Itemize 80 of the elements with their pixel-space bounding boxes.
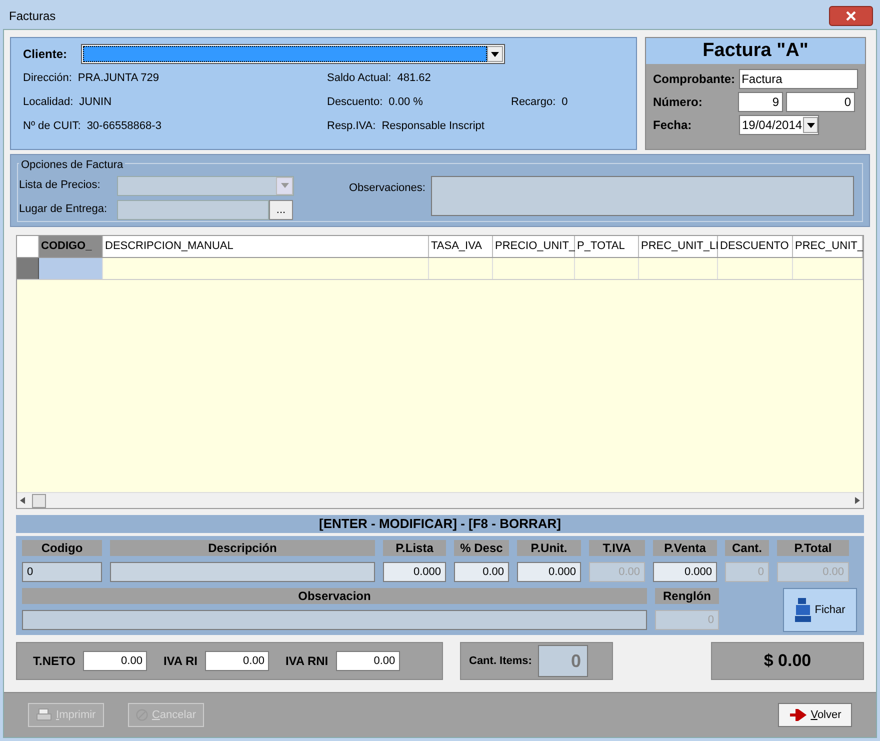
window-title: Facturas bbox=[9, 8, 56, 25]
close-button[interactable] bbox=[829, 6, 873, 26]
cash-register-icon bbox=[794, 598, 811, 622]
close-icon bbox=[846, 11, 856, 21]
column-header[interactable]: P_TOTAL bbox=[575, 236, 639, 257]
total-label: IVA RI bbox=[163, 653, 198, 670]
column-header[interactable]: CODIGO_ bbox=[39, 236, 103, 257]
column-header[interactable]: PREC_UNIT_LI bbox=[639, 236, 718, 257]
total-field[interactable]: 0.00 bbox=[83, 651, 148, 671]
total-label: IVA RNI bbox=[285, 653, 328, 670]
row-indicator[interactable] bbox=[17, 258, 39, 279]
detail-column-label: T.IVA bbox=[589, 540, 645, 556]
delivery-place-label: Lugar de Entrega: bbox=[19, 202, 108, 218]
info-value: JUNIN bbox=[79, 94, 112, 110]
fecha-label: Fecha: bbox=[653, 117, 693, 134]
horizontal-scrollbar[interactable] bbox=[17, 492, 863, 508]
detail-column-label: P.Venta bbox=[653, 540, 717, 556]
item-count-field: 0 bbox=[538, 645, 588, 677]
info-value: 481.62 bbox=[397, 70, 431, 86]
total-field[interactable]: 0.00 bbox=[205, 651, 270, 671]
price-list-label: Lista de Precios: bbox=[19, 178, 102, 194]
info-value: 0 bbox=[562, 94, 568, 110]
column-header[interactable]: TASA_IVA bbox=[429, 236, 493, 257]
numero-field[interactable]: 0 bbox=[786, 92, 855, 112]
info-label: Resp.IVA: bbox=[327, 118, 376, 134]
delivery-place-field[interactable] bbox=[117, 200, 269, 220]
detail-field[interactable]: 0.000 bbox=[653, 562, 717, 582]
detail-column-label: Descripción bbox=[110, 540, 375, 556]
detail-column-label: % Desc bbox=[454, 540, 509, 556]
comprobante-label: Comprobante: bbox=[653, 71, 736, 88]
info-label: Descuento: bbox=[327, 94, 383, 110]
info-label: Nº de CUIT: bbox=[23, 118, 81, 134]
scroll-thumb[interactable] bbox=[32, 494, 46, 508]
item-count-label: Cant. Items: bbox=[469, 654, 532, 669]
detail-field[interactable]: 0.00 bbox=[454, 562, 509, 582]
numero-label: Número: bbox=[653, 94, 704, 111]
comprobante-field[interactable]: Factura bbox=[738, 69, 858, 89]
scroll-right-icon[interactable] bbox=[855, 497, 860, 504]
info-value: Responsable Inscript bbox=[382, 118, 484, 134]
info-value: 0.00 % bbox=[388, 94, 423, 110]
printer-icon bbox=[36, 708, 52, 722]
column-header[interactable]: DESCRIPCION_MANUAL bbox=[103, 236, 429, 257]
info-label: Saldo Actual: bbox=[327, 70, 392, 86]
column-header[interactable]: PRECIO_UNIT_ bbox=[493, 236, 575, 257]
shortcut-hint: [ENTER - MODIFICAR] - [F8 - BORRAR] bbox=[16, 515, 864, 533]
info-label: Localidad: bbox=[23, 94, 74, 110]
client-dropdown[interactable] bbox=[81, 44, 505, 64]
info-value: 30-66558868-3 bbox=[86, 118, 162, 134]
detail-column-label: Codigo bbox=[22, 540, 102, 556]
arrow-icon bbox=[788, 709, 807, 721]
info-label: Dirección: bbox=[23, 70, 72, 86]
invoice-type-title: Factura "A" bbox=[646, 38, 865, 64]
detail-field[interactable]: 0 bbox=[22, 562, 102, 582]
column-header[interactable]: DESCUENTO bbox=[718, 236, 793, 257]
total-label: T.NETO bbox=[33, 653, 76, 670]
fichar-button[interactable]: Fichar bbox=[783, 588, 857, 632]
detail-field[interactable]: 0.000 bbox=[383, 562, 446, 582]
detail-column-label: P.Lista bbox=[383, 540, 446, 556]
row-number-label: Renglón bbox=[655, 588, 719, 604]
observation-field[interactable] bbox=[22, 610, 647, 630]
detail-column-label: P.Total bbox=[777, 540, 849, 556]
scroll-left-icon[interactable] bbox=[20, 497, 25, 504]
back-button[interactable]: Volver bbox=[778, 703, 852, 727]
observation-label: Observacion bbox=[22, 588, 647, 604]
info-label: Recargo: bbox=[511, 94, 556, 110]
browse-button[interactable]: ... bbox=[269, 200, 293, 220]
detail-column-label: Cant. bbox=[725, 540, 769, 556]
total-field[interactable]: 0.00 bbox=[336, 651, 400, 671]
detail-field[interactable]: 0.000 bbox=[517, 562, 581, 582]
numero-field[interactable]: 9 bbox=[738, 92, 783, 112]
grand-total: $ 0.00 bbox=[711, 642, 864, 680]
detail-column-label: P.Unit. bbox=[517, 540, 581, 556]
info-value: PRA.JUNTA 729 bbox=[78, 70, 160, 86]
group-title: Opciones de Factura bbox=[19, 159, 126, 171]
detail-field[interactable] bbox=[110, 562, 375, 582]
observations-label: Observaciones: bbox=[349, 180, 426, 196]
grid-cell[interactable] bbox=[39, 258, 103, 279]
cliente-label: Cliente: bbox=[23, 46, 68, 63]
date-picker[interactable]: 19/04/2014 bbox=[739, 115, 819, 135]
observations-field[interactable] bbox=[431, 176, 854, 216]
